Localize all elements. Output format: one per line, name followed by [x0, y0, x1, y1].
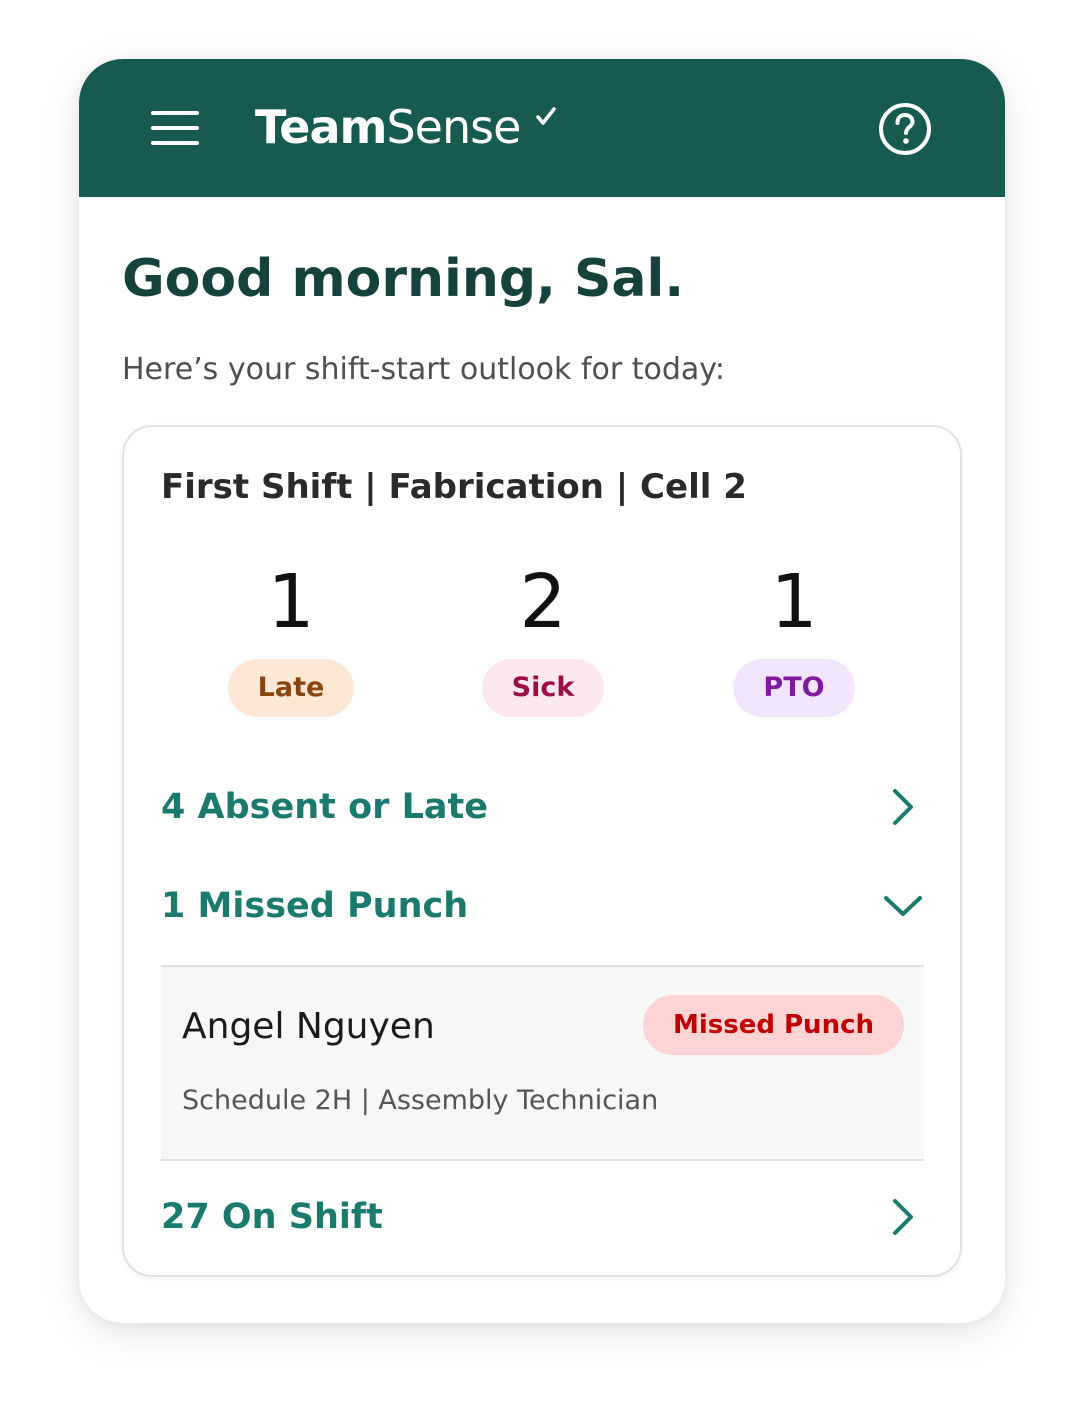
status-badge: Missed Punch — [642, 995, 904, 1055]
hamburger-menu-icon[interactable] — [149, 107, 201, 149]
sick-badge: Sick — [481, 659, 605, 717]
logo-word-team: Team — [255, 100, 387, 154]
missed-punch-label: 1 Missed Punch — [161, 886, 469, 926]
app-screen: TeamSense Good morning, Sal. Here’s your… — [79, 59, 1005, 1323]
employee-name: Angel Nguyen — [182, 1006, 435, 1047]
stat-pto: 1 PTO — [694, 557, 894, 717]
checkmark-icon — [536, 107, 556, 125]
absent-or-late-row[interactable]: 4 Absent or Late — [161, 767, 923, 847]
missed-punch-row[interactable]: 1 Missed Punch — [161, 866, 923, 946]
sick-count: 2 — [519, 559, 567, 645]
greeting-heading: Good morning, Sal. — [122, 249, 685, 309]
stat-sick: 2 Sick — [443, 557, 643, 717]
chevron-right-icon — [893, 1199, 913, 1235]
shift-summary-card: First Shift | Fabrication | Cell 2 1 Lat… — [122, 425, 962, 1277]
pto-count: 1 — [770, 559, 818, 645]
employee-schedule: Schedule 2H | Assembly Technician — [182, 1085, 659, 1116]
teamsense-logo: TeamSense — [255, 97, 521, 157]
outlook-subtitle: Here’s your shift-start outlook for toda… — [122, 352, 725, 387]
absent-or-late-label: 4 Absent or Late — [161, 787, 488, 827]
on-shift-label: 27 On Shift — [161, 1197, 383, 1237]
on-shift-row[interactable]: 27 On Shift — [161, 1177, 923, 1257]
shift-title: First Shift | Fabrication | Cell 2 — [161, 467, 747, 507]
chevron-down-icon — [884, 896, 922, 916]
late-count: 1 — [267, 559, 315, 645]
chevron-right-icon — [893, 789, 913, 825]
question-circle-icon[interactable] — [877, 101, 933, 157]
top-app-bar: TeamSense — [79, 59, 1005, 197]
logo-word-sense: Sense — [386, 100, 521, 154]
pto-badge: PTO — [733, 659, 855, 717]
stat-late: 1 Late — [191, 557, 391, 717]
late-badge: Late — [227, 659, 355, 717]
employee-list-item[interactable]: Angel Nguyen Missed Punch Schedule 2H | … — [161, 965, 924, 1161]
